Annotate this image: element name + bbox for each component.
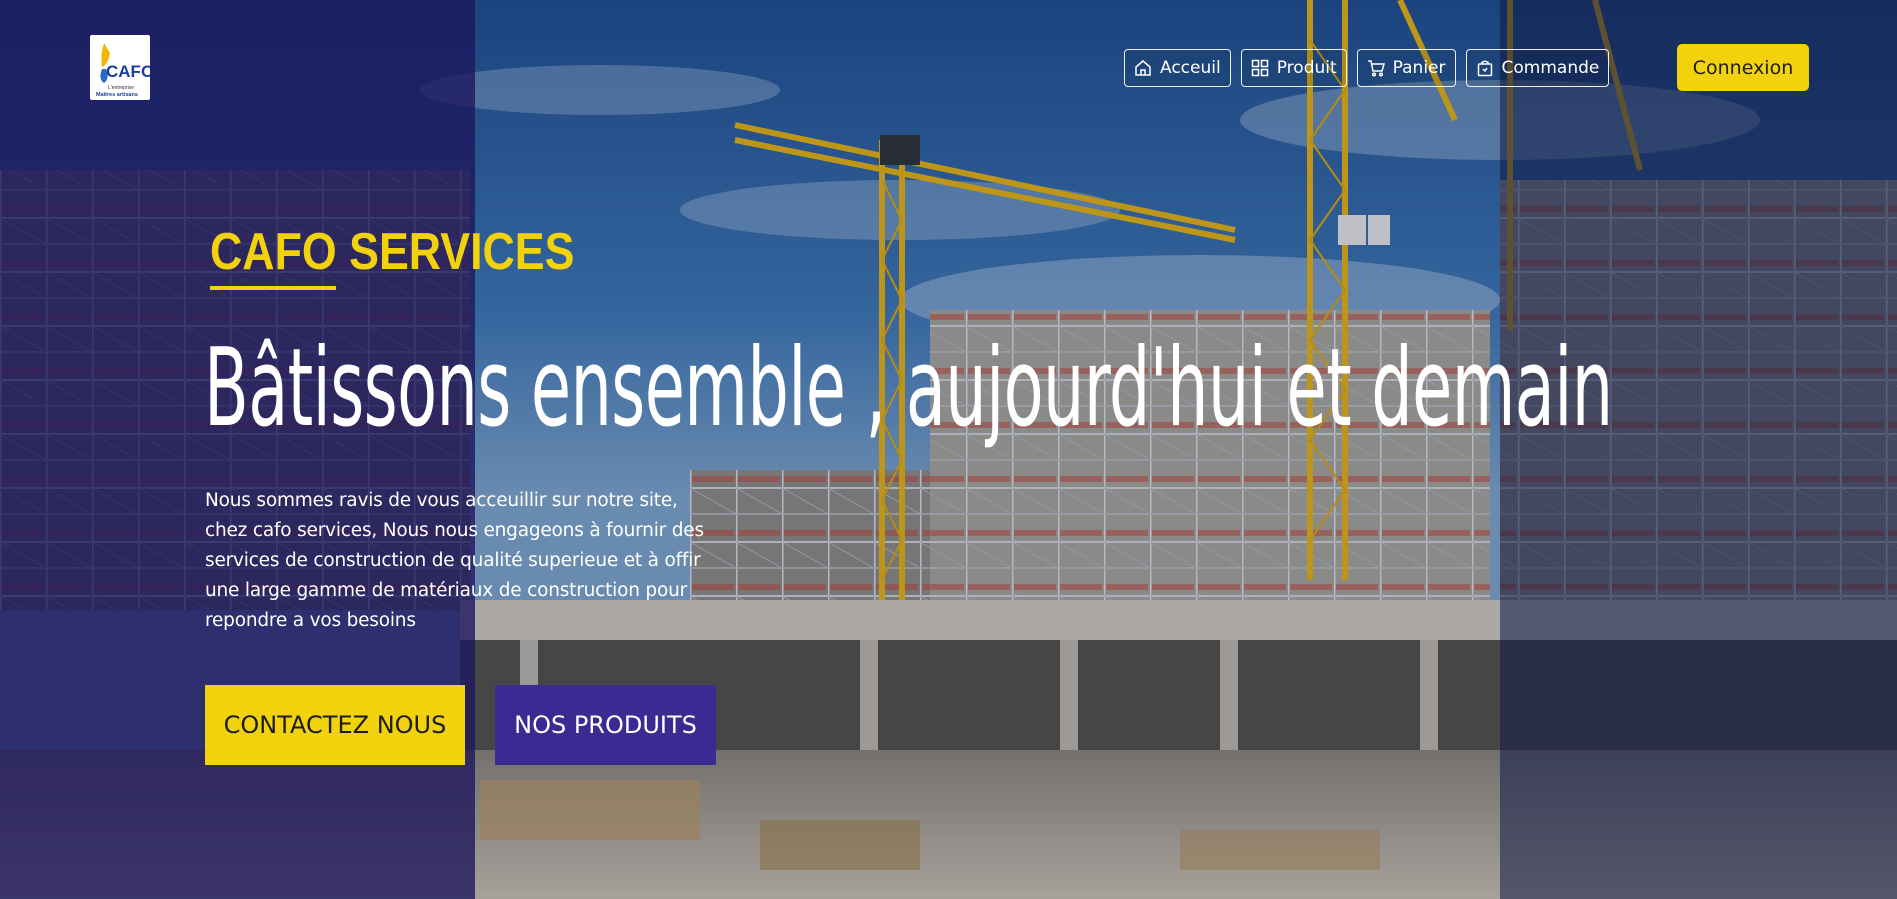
- grid-icon: [1250, 58, 1270, 78]
- brand-title: CAFO SERVICES: [210, 223, 575, 281]
- svg-text:L'entreprise: L'entreprise: [108, 85, 134, 91]
- svg-text:Maîtres artisans: Maîtres artisans: [96, 92, 138, 98]
- brand-underline: [210, 286, 336, 290]
- nav-product[interactable]: Produit: [1240, 49, 1347, 87]
- login-button[interactable]: Connexion: [1677, 44, 1809, 91]
- nav-home[interactable]: Acceuil: [1124, 49, 1231, 87]
- company-logo[interactable]: CAFO L'entreprise Maîtres artisans: [90, 35, 150, 100]
- nav-order-label: Commande: [1501, 58, 1600, 78]
- hero-headline: Bâtissons ensemble , aujourd'hui et dema…: [204, 326, 1613, 451]
- nav-home-label: Acceuil: [1160, 58, 1221, 78]
- bag-icon: [1475, 58, 1495, 78]
- main-navigation: Acceuil Produit Panier Commande: [1124, 49, 1610, 87]
- hero-intro-text: Nous sommes ravis de vous acceuillir sur…: [205, 490, 704, 631]
- svg-text:CAFO: CAFO: [106, 62, 150, 81]
- cafo-logo-icon: CAFO L'entreprise Maîtres artisans: [96, 43, 150, 98]
- home-icon: [1133, 58, 1153, 78]
- contact-button[interactable]: CONTACTEZ NOUS: [205, 685, 465, 765]
- products-button[interactable]: NOS PRODUITS: [495, 685, 716, 765]
- nav-product-label: Produit: [1276, 58, 1337, 78]
- nav-cart-label: Panier: [1392, 58, 1446, 78]
- nav-cart[interactable]: Panier: [1356, 49, 1456, 87]
- cart-icon: [1366, 58, 1386, 78]
- nav-order[interactable]: Commande: [1465, 49, 1610, 87]
